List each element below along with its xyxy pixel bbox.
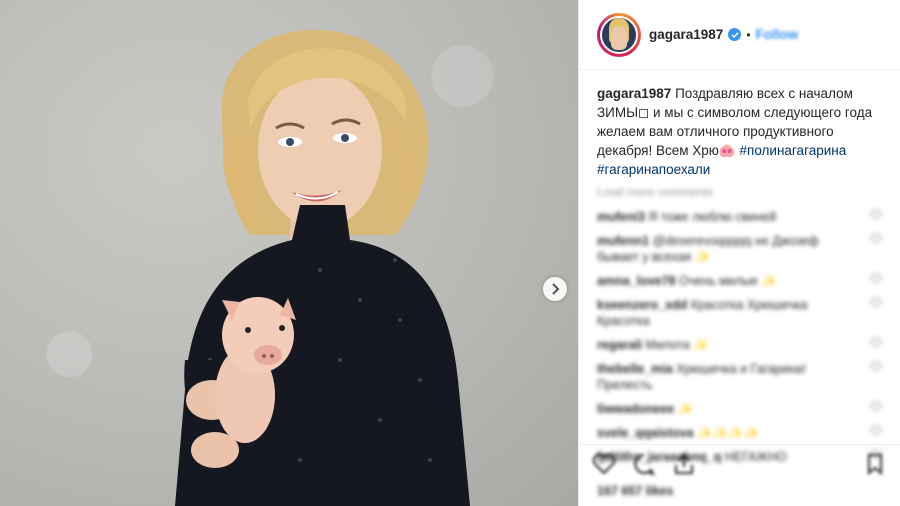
- comment-item: amna_love78 Очень милые ✨: [597, 269, 882, 293]
- action-bar: [579, 444, 900, 479]
- heart-icon[interactable]: [870, 273, 882, 285]
- chevron-right-icon: [552, 283, 560, 295]
- comment-text: Очень милые ✨: [679, 274, 777, 288]
- avatar[interactable]: [597, 12, 641, 57]
- likes-count[interactable]: 167 657 likes: [597, 484, 673, 498]
- photo-illustration: [175, 29, 470, 506]
- post-photo[interactable]: [0, 0, 578, 506]
- instagram-post-embed: gagara1987 • Follow gagara1987 Поздравля…: [0, 0, 900, 506]
- comment-item: thebelle_mia Хрюшечка и Гагарина! Прелес…: [597, 357, 882, 397]
- post-caption: gagara1987 Поздравляю всех с началом ЗИМ…: [579, 70, 900, 179]
- comment-username[interactable]: regarali: [597, 338, 642, 352]
- comment-item: svele_qqaistova ✨✨✨✨: [597, 421, 882, 445]
- comment-text: ✨✨✨✨: [697, 426, 760, 440]
- comments-list: mufeni3 Я тоже люблю свиней mufenn1 @des…: [579, 199, 900, 469]
- post-sidebar: gagara1987 • Follow gagara1987 Поздравля…: [578, 0, 900, 506]
- comment-username[interactable]: thebelle_mia: [597, 362, 673, 376]
- comment-item: kseenzero_xdd Красотка Хрюшечка Красотка: [597, 293, 882, 333]
- comment-text: ✨: [677, 402, 694, 416]
- comment-icon[interactable]: [631, 451, 657, 477]
- comment-username[interactable]: amna_love78: [597, 274, 676, 288]
- heart-icon[interactable]: [870, 209, 882, 221]
- heart-icon[interactable]: [870, 361, 882, 373]
- comment-text: Милота ✨: [645, 338, 709, 352]
- comment-username[interactable]: mufenn1: [597, 234, 649, 248]
- next-photo-button[interactable]: [543, 277, 567, 301]
- comment-username[interactable]: liwwadoneee: [597, 402, 674, 416]
- comment-item: liwwadoneee ✨: [597, 397, 882, 421]
- comment-item: mufenn1 @deserevoqqqqq не Джозеф бывает …: [597, 229, 882, 269]
- heart-icon[interactable]: [870, 425, 882, 437]
- comment-username[interactable]: mufeni3: [597, 210, 645, 224]
- separator-dot: •: [746, 27, 751, 42]
- share-icon[interactable]: [671, 451, 697, 477]
- heart-icon[interactable]: [870, 297, 882, 309]
- post-header: gagara1987 • Follow: [579, 0, 900, 70]
- comment-text: Я тоже люблю свиней: [648, 210, 777, 224]
- load-more-comments-link[interactable]: Load more comments: [579, 179, 900, 199]
- heart-icon[interactable]: [591, 451, 617, 477]
- heart-icon[interactable]: [870, 337, 882, 349]
- author-username[interactable]: gagara1987: [649, 27, 723, 42]
- bookmark-icon[interactable]: [862, 451, 888, 477]
- comment-username[interactable]: kseenzero_xdd: [597, 298, 687, 312]
- comment-item: mufeni3 Я тоже люблю свиней: [597, 205, 882, 229]
- heart-icon[interactable]: [870, 233, 882, 245]
- comment-username[interactable]: svele_qqaistova: [597, 426, 694, 440]
- comment-item: regarali Милота ✨: [597, 333, 882, 357]
- heart-icon[interactable]: [870, 401, 882, 413]
- caption-username[interactable]: gagara1987: [597, 86, 671, 101]
- verified-badge-icon: [728, 28, 742, 41]
- follow-button[interactable]: Follow: [756, 27, 799, 42]
